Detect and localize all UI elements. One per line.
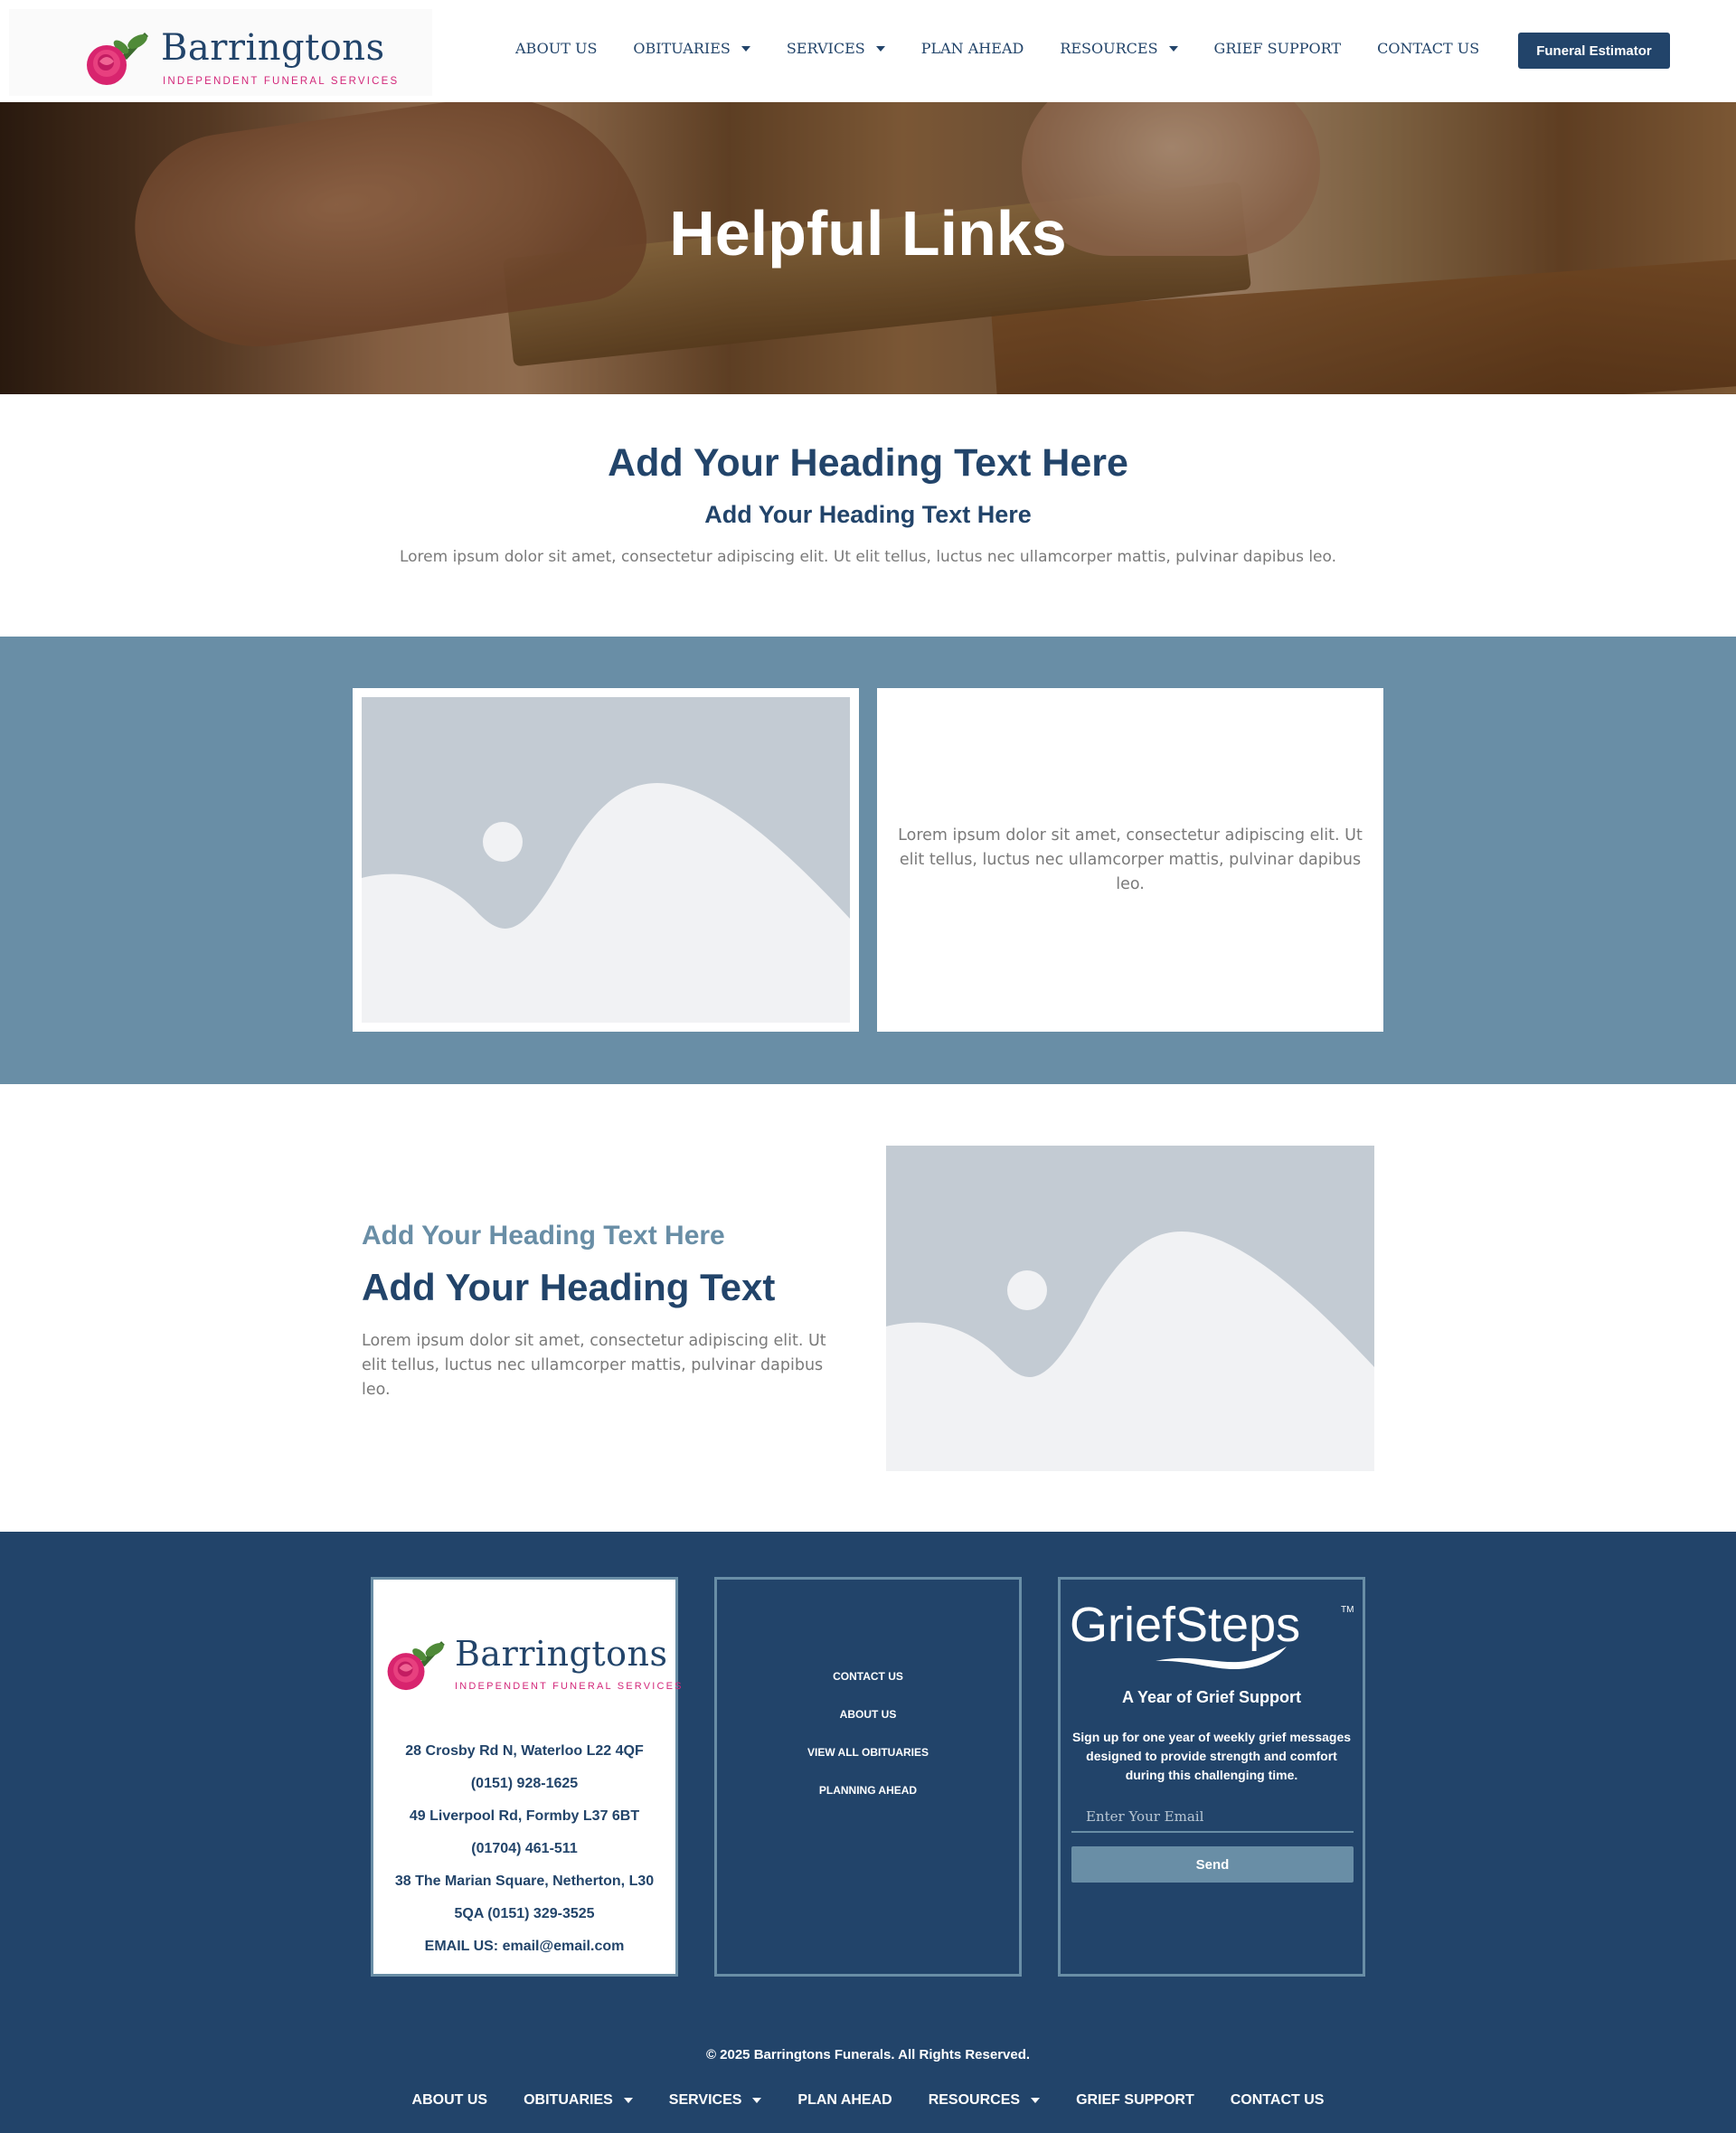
footer-link-obituaries[interactable]: VIEW ALL OBITUARIES [717,1733,1019,1771]
griefsteps-title: A Year of Grief Support [1121,1688,1302,1706]
logo-container[interactable]: Barringtons INDEPENDENT FUNERAL SERVICES [9,9,432,96]
footer-nav-about-us[interactable]: ABOUT US [412,2092,488,2109]
footer-quick-links: CONTACT US ABOUT US VIEW ALL OBITUARIES … [717,1657,1019,1809]
nav-label: SERVICES [668,2092,742,2108]
footer-links-card: CONTACT US ABOUT US VIEW ALL OBITUARIES … [714,1577,1022,1977]
logo-wordmark: Barringtons [455,1634,668,1674]
footer-nav-grief-support[interactable]: GRIEF SUPPORT [1076,2092,1194,2109]
nav-label: PLAN AHEAD [920,40,1024,57]
email-link[interactable]: EMAIL US: email@email.com [373,1930,675,1963]
email-input[interactable] [1071,1802,1354,1833]
nav-plan-ahead[interactable]: PLAN AHEAD [921,40,1024,57]
rose-icon [87,33,148,85]
footer-logo[interactable]: Barringtons INDEPENDENT FUNERAL SERVICES [382,1634,682,1697]
address-line: 28 Crosby Rd N, Waterloo L22 4QF [405,1743,644,1759]
footer-nav-resources[interactable]: RESOURCES [928,2092,1041,2109]
trademark-mark: TM [1341,1605,1354,1615]
caret-down-icon [875,45,885,52]
address-line: 5QA (0151) 329-3525 [454,1906,595,1921]
address-line: 38 The Marian Square, Netherton, L30 [394,1873,655,1889]
nav-label: ABOUT US [411,2092,488,2108]
griefsteps-signup-card: GriefSteps TM A Year of Grief Support Si… [1058,1577,1365,1977]
footer-nav: ABOUT US OBITUARIES SERVICES PLAN AHEAD … [0,2092,1736,2109]
logo-wordmark: Barringtons [161,27,385,69]
nav-label: SERVICES [786,40,865,57]
image-placeholder-icon [886,1146,1374,1471]
feature-subheading: Add Your Heading Text Here [362,1221,725,1251]
intro-paragraph: Lorem ipsum dolor sit amet, consectetur … [399,548,1337,566]
text-card: Lorem ipsum dolor sit amet, consectetur … [877,688,1383,1032]
footer-link-contact-us[interactable]: CONTACT US [717,1657,1019,1695]
site-logo[interactable]: Barringtons INDEPENDENT FUNERAL SERVICES [81,22,397,87]
nav-label: OBITUARIES [633,40,731,57]
nav-resources[interactable]: RESOURCES [1060,40,1178,57]
nav-about-us[interactable]: ABOUT US [515,40,597,57]
nav-label: RESOURCES [928,2092,1021,2108]
footer-contact-card: Barringtons INDEPENDENT FUNERAL SERVICES… [371,1577,682,1977]
hero-banner: Helpful Links [0,102,1736,394]
intro-subheading: Add Your Heading Text Here [704,501,1032,528]
phone-link[interactable]: (0151) 928-1625 [373,1768,675,1800]
nav-label: ABOUT US [515,40,598,57]
footer-address: 28 Crosby Rd N, Waterloo L22 4QF (0151) … [373,1735,675,1963]
nav-grief-support[interactable]: GRIEF SUPPORT [1214,40,1342,57]
nav-label: GRIEF SUPPORT [1213,40,1342,57]
nav-label: OBITUARIES [524,2092,613,2108]
footer-link-about-us[interactable]: ABOUT US [717,1695,1019,1733]
feature-heading: Add Your Heading Text [362,1266,776,1308]
footer-nav-obituaries[interactable]: OBITUARIES [524,2092,633,2109]
griefsteps-wordmark: GriefSteps [1070,1600,1300,1652]
phone-link[interactable]: (01704) 461-511 [373,1833,675,1865]
page-title: Helpful Links [669,198,1067,269]
logo-tagline: INDEPENDENT FUNERAL SERVICES [455,1681,684,1692]
logo-tagline: INDEPENDENT FUNERAL SERVICES [163,76,400,87]
copyright-text: © 2025 Barringtons Funerals. All Rights … [705,2047,1031,2062]
nav-label: RESOURCES [1060,40,1158,57]
nav-obituaries[interactable]: OBITUARIES [633,40,750,57]
nav-label: GRIEF SUPPORT [1076,2092,1194,2108]
nav-label: PLAN AHEAD [797,2092,892,2108]
caret-down-icon [752,2098,762,2103]
image-placeholder-icon [362,697,850,1023]
caret-down-icon [741,45,750,52]
site-header: Barringtons INDEPENDENT FUNERAL SERVICES… [0,0,1736,102]
address-line: 49 Liverpool Rd, Formby L37 6BT [409,1808,640,1824]
send-button[interactable]: Send [1071,1846,1354,1883]
intro-heading: Add Your Heading Text Here [608,441,1128,485]
feature-paragraph: Lorem ipsum dolor sit amet, consectetur … [362,1332,826,1399]
nav-services[interactable]: SERVICES [787,40,885,57]
caret-down-icon [1168,45,1178,52]
text-card-paragraph: Lorem ipsum dolor sit amet, consectetur … [898,826,1363,893]
footer-nav-plan-ahead[interactable]: PLAN AHEAD [797,2092,892,2109]
content-band [0,637,1736,1084]
griefsteps-description: Sign up for one year of weekly grief mes… [1071,1730,1352,1782]
nav-label: CONTACT US [1230,2092,1325,2108]
nav-label: CONTACT US [1377,40,1480,57]
nav-contact-us[interactable]: CONTACT US [1377,40,1479,57]
footer-nav-contact-us[interactable]: CONTACT US [1231,2092,1325,2109]
caret-down-icon [623,2098,633,2103]
funeral-estimator-button[interactable]: Funeral Estimator [1518,33,1670,69]
footer-nav-services[interactable]: SERVICES [669,2092,762,2109]
rose-icon [387,1641,445,1691]
caret-down-icon [1031,2098,1041,2103]
main-nav: ABOUT US OBITUARIES SERVICES PLAN AHEAD … [515,40,1515,57]
griefsteps-logo: GriefSteps TM [1070,1600,1354,1670]
image-card [353,688,859,1032]
footer-link-planning-ahead[interactable]: PLANNING AHEAD [717,1771,1019,1809]
